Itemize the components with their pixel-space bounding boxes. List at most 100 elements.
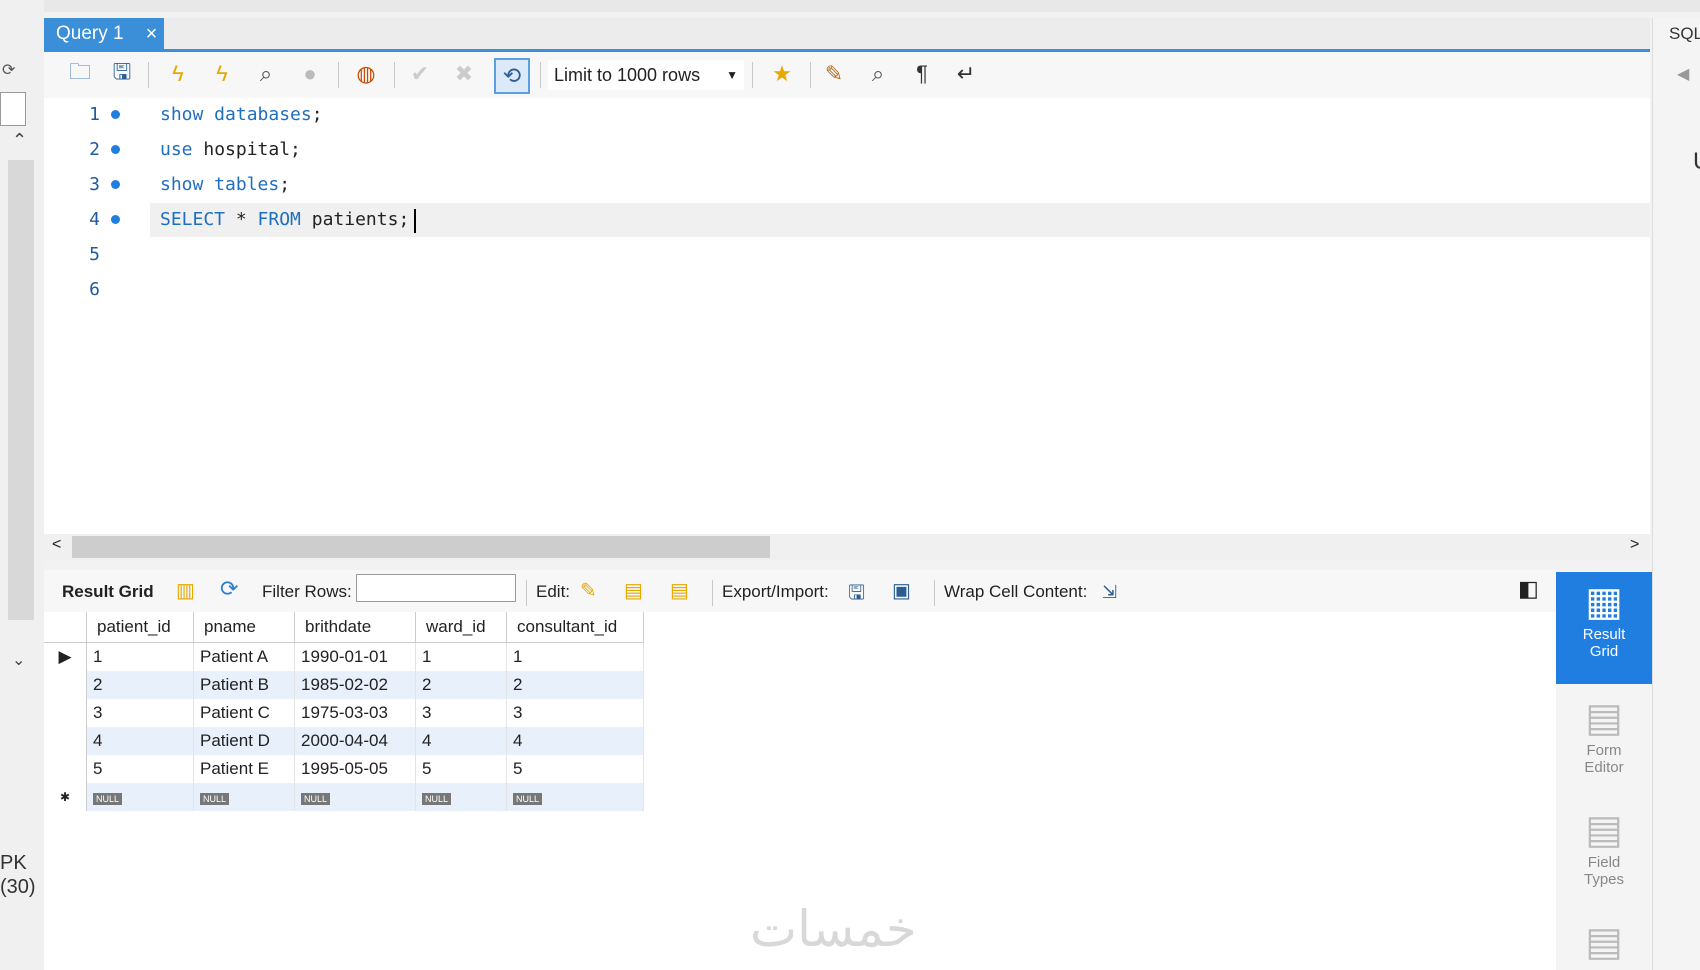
column-header[interactable]: brithdate	[294, 612, 416, 643]
grid-columns-icon[interactable]: ▥	[176, 578, 195, 603]
form-editor-view-label-2: Editor	[1584, 759, 1624, 776]
table-cell[interactable]: 4	[415, 727, 507, 755]
table-cell[interactable]: 1	[415, 642, 507, 671]
table-row[interactable]: 2 Patient B 1985-02-02 2 2	[44, 671, 644, 699]
row-header[interactable]	[44, 699, 87, 727]
table-cell[interactable]: NULL	[506, 783, 644, 811]
table-cell[interactable]: 3	[415, 699, 507, 727]
invisible-chars-icon[interactable]: ¶	[906, 58, 938, 90]
statement-marker-icon	[111, 110, 120, 119]
refresh-icon[interactable]: ⟳	[220, 576, 238, 602]
find-icon[interactable]: ⌕	[862, 58, 894, 90]
column-header[interactable]: consultant_id	[506, 612, 644, 643]
filter-rows-input[interactable]	[356, 574, 516, 602]
table-cell[interactable]: 1975-03-03	[294, 699, 416, 727]
beautify-broom-icon[interactable]: ✎	[818, 58, 850, 90]
table-cell[interactable]: 3	[506, 699, 644, 727]
stop-icon[interactable]: ●	[294, 58, 326, 90]
autocommit-icon[interactable]: ⟲	[494, 58, 530, 94]
left-scroll-down-icon[interactable]: ⌄	[12, 650, 25, 670]
table-cell[interactable]: 2	[415, 671, 507, 699]
table-cell[interactable]: 1	[506, 642, 644, 671]
export-icon[interactable]: 🖫	[848, 578, 865, 612]
table-row[interactable]: 5 Patient E 1995-05-05 5 5	[44, 755, 644, 783]
table-cell[interactable]: Patient D	[193, 727, 295, 755]
toolbar-separator	[526, 580, 527, 606]
code-line[interactable]: show databases;	[160, 104, 323, 125]
scroll-left-icon[interactable]: <	[52, 536, 61, 554]
code-line[interactable]: show tables;	[160, 174, 290, 195]
table-cell[interactable]: 3	[86, 699, 194, 727]
explain-icon[interactable]: ⌕	[250, 58, 282, 90]
table-header-row: patient_id pname brithdate ward_id consu…	[44, 612, 644, 643]
table-cell[interactable]: NULL	[193, 783, 295, 811]
table-cell[interactable]: 5	[506, 755, 644, 783]
commit-icon[interactable]: ✔	[404, 58, 436, 90]
open-folder-icon[interactable]: 🗀	[64, 58, 96, 90]
add-snippet-star-icon[interactable]: ★	[766, 58, 798, 90]
code-line[interactable]: use hospital;	[160, 139, 301, 160]
word-wrap-icon[interactable]: ↵	[950, 58, 982, 90]
left-scroll-up-icon[interactable]: ⌃	[12, 130, 27, 151]
tab-query-1[interactable]: Query 1 ×	[44, 18, 164, 50]
delete-row-icon[interactable]: ▤	[670, 578, 689, 603]
column-header[interactable]: pname	[193, 612, 295, 643]
table-cell[interactable]: Patient A	[193, 642, 295, 671]
rollback-icon[interactable]: ✖	[448, 58, 480, 90]
code-line[interactable]: SELECT * FROM patients;	[160, 209, 409, 230]
table-cell[interactable]: NULL	[415, 783, 507, 811]
save-icon[interactable]: 🖫	[106, 58, 138, 90]
table-cell[interactable]: NULL	[294, 783, 416, 811]
import-icon[interactable]: ▣	[892, 578, 911, 603]
close-icon[interactable]: ×	[146, 23, 158, 46]
execute-icon[interactable]: ϟ	[162, 58, 194, 90]
table-cell[interactable]: 1995-05-05	[294, 755, 416, 783]
row-header[interactable]	[44, 755, 87, 783]
table-cell[interactable]: 2	[86, 671, 194, 699]
sql-editor[interactable]	[44, 98, 1650, 534]
table-cell[interactable]: Patient E	[193, 755, 295, 783]
table-cell[interactable]: 4	[86, 727, 194, 755]
table-cell[interactable]: Patient B	[193, 671, 295, 699]
table-cell[interactable]: 2	[506, 671, 644, 699]
edit-cell-icon[interactable]: ✎	[580, 578, 597, 603]
toolbar-separator	[540, 62, 541, 88]
table-cell[interactable]: NULL	[86, 783, 194, 811]
query-stats-view-button[interactable]: ▤	[1556, 912, 1652, 968]
table-cell[interactable]: Patient C	[193, 699, 295, 727]
table-row-new[interactable]: ✱ NULL NULL NULL NULL NULL	[44, 783, 644, 811]
field-types-view-button[interactable]: ▤ Field Types	[1556, 800, 1652, 908]
execute-current-icon[interactable]: ϟ	[206, 58, 238, 90]
table-cell[interactable]: 1990-01-01	[294, 642, 416, 671]
result-grid-view-button[interactable]: ▦ Result Grid	[1556, 572, 1652, 684]
table-cell[interactable]: 5	[415, 755, 507, 783]
insert-row-icon[interactable]: ▤	[624, 578, 643, 603]
left-scrollbar[interactable]	[8, 160, 34, 620]
scroll-right-icon[interactable]: >	[1630, 536, 1639, 554]
wrap-toggle-icon[interactable]: ⇲	[1102, 582, 1117, 603]
row-header[interactable]	[44, 671, 87, 699]
form-editor-view-button[interactable]: ▤ Form Editor	[1556, 688, 1652, 796]
left-sidebar-box[interactable]	[0, 92, 26, 126]
scrollbar-thumb[interactable]	[72, 536, 770, 558]
toggle-output-icon[interactable]: ◍	[350, 58, 382, 90]
limit-rows-select[interactable]: Limit to 1000 rows ▼	[548, 60, 744, 90]
left-refresh-icon[interactable]: ⟳	[2, 60, 15, 80]
code-keyword: use	[160, 139, 193, 160]
row-header[interactable]	[44, 727, 87, 755]
code-text: ;	[279, 174, 291, 195]
table-cell[interactable]: 5	[86, 755, 194, 783]
table-cell[interactable]: 1	[86, 642, 194, 671]
table-cell[interactable]: 4	[506, 727, 644, 755]
table-cell[interactable]: 2000-04-04	[294, 727, 416, 755]
table-row[interactable]: 4 Patient D 2000-04-04 4 4	[44, 727, 644, 755]
table-row[interactable]: ▶ 1 Patient A 1990-01-01 1 1	[44, 642, 644, 671]
column-header[interactable]: patient_id	[86, 612, 194, 643]
collapse-arrow-icon[interactable]: ◀	[1677, 64, 1689, 84]
table-row[interactable]: 3 Patient C 1975-03-03 3 3	[44, 699, 644, 727]
result-grid-label[interactable]: Result Grid	[62, 582, 154, 602]
line-number: 5	[89, 244, 100, 265]
table-cell[interactable]: 1985-02-02	[294, 671, 416, 699]
toggle-side-panel-icon[interactable]: ◧	[1518, 576, 1539, 602]
column-header[interactable]: ward_id	[415, 612, 507, 643]
